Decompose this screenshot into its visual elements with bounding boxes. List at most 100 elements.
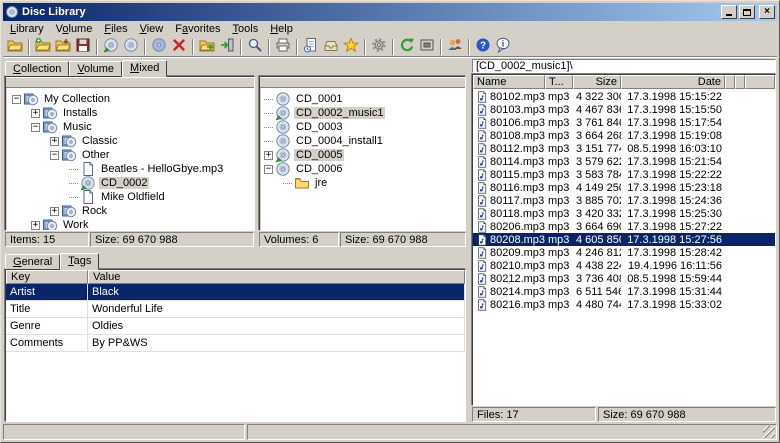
import-button[interactable] — [217, 37, 237, 57]
open-library-button[interactable] — [5, 37, 25, 57]
menu-volume[interactable]: Volume — [50, 22, 99, 36]
name-column-header[interactable]: Name — [473, 75, 545, 89]
delete-button[interactable] — [169, 37, 189, 57]
rescan-disc-button[interactable] — [149, 37, 169, 57]
tree-item-cd-0006[interactable]: −CD_0006 — [260, 162, 465, 176]
file-row-80103-mp3[interactable]: 80103.mp3mp34 467 83617.3.1998 15:15:50 — [473, 103, 775, 116]
report-button[interactable] — [301, 37, 321, 57]
add-disc-button[interactable] — [101, 37, 121, 57]
file-row-80114-mp3[interactable]: 80114.mp3mp33 579 62217.3.1998 15:21:54 — [473, 155, 775, 168]
help-button[interactable]: ? — [473, 37, 493, 57]
tree-item-work[interactable]: +Work — [6, 218, 254, 230]
filler-column-header — [745, 75, 775, 89]
favorites-button[interactable] — [341, 37, 361, 57]
file-row-80117-mp3[interactable]: 80117.mp3mp33 885 70217.3.1998 15:24:36 — [473, 194, 775, 207]
file-row-80210-mp3[interactable]: 80210.mp3mp34 438 22419.4.1996 16:11:56 — [473, 259, 775, 272]
extra-column-header-2[interactable] — [735, 75, 745, 89]
expand-icon[interactable]: + — [50, 207, 59, 216]
type-column-header[interactable]: T... — [545, 75, 573, 89]
tab-general[interactable]: General — [5, 254, 60, 269]
tree-item-beatles-hellogbye-mp3[interactable]: Beatles - HelloGbye.mp3 — [6, 162, 254, 176]
tree-item-cd-0004-install1[interactable]: CD_0004_install1 — [260, 134, 465, 148]
tab-collection[interactable]: Collection — [5, 61, 69, 76]
file-row-80209-mp3[interactable]: 80209.mp3mp34 246 81217.3.1998 15:28:42 — [473, 246, 775, 259]
file-date: 17.3.1998 15:21:54 — [621, 156, 725, 168]
new-volume-button[interactable] — [33, 37, 53, 57]
save-button[interactable] — [73, 37, 93, 57]
maximize-button[interactable] — [739, 5, 755, 19]
menu-library[interactable]: Library — [4, 22, 50, 36]
menu-files[interactable]: Files — [98, 22, 133, 36]
users-button[interactable] — [445, 37, 465, 57]
tree-item-installs[interactable]: +Installs — [6, 106, 254, 120]
cd-disc-icon — [275, 161, 291, 177]
file-row-80208-mp3[interactable]: 80208.mp3mp34 605 85017.3.1998 15:27:56 — [473, 233, 775, 246]
file-row-80118-mp3[interactable]: 80118.mp3mp33 420 33217.3.1998 15:25:30 — [473, 207, 775, 220]
file-name-cell: 80117.mp3 — [473, 195, 545, 207]
export-button[interactable] — [197, 37, 217, 57]
tray-button[interactable] — [321, 37, 341, 57]
collapse-icon[interactable]: − — [31, 123, 40, 132]
tree-item-other[interactable]: −Other — [6, 148, 254, 162]
size-column-header[interactable]: Size — [573, 75, 621, 89]
file-row-80116-mp3[interactable]: 80116.mp3mp34 149 25017.3.1998 15:23:18 — [473, 181, 775, 194]
expand-icon[interactable]: + — [264, 151, 273, 160]
tree-item-my-collection[interactable]: −My Collection — [6, 92, 254, 106]
file-row-80214-mp3[interactable]: 80214.mp3mp36 511 54617.3.1998 15:31:44 — [473, 285, 775, 298]
collapse-icon[interactable]: − — [12, 95, 21, 104]
about-button[interactable]: i — [493, 37, 513, 57]
tag-row-title[interactable]: TitleWonderful Life — [6, 301, 465, 318]
file-row-80102-mp3[interactable]: 80102.mp3mp34 322 30017.3.1998 15:15:22 — [473, 90, 775, 103]
tab-volume[interactable]: Volume — [69, 61, 122, 76]
file-size: 3 664 268 — [573, 130, 621, 142]
file-row-80115-mp3[interactable]: 80115.mp3mp33 583 78417.3.1998 15:22:22 — [473, 168, 775, 181]
file-row-80108-mp3[interactable]: 80108.mp3mp33 664 26817.3.1998 15:19:08 — [473, 129, 775, 142]
tree-item-cd-0002[interactable]: CD_0002 — [6, 176, 254, 190]
expand-icon[interactable]: + — [31, 221, 40, 230]
refresh-button[interactable] — [397, 37, 417, 57]
tree-item-jre[interactable]: jre — [260, 176, 465, 190]
tab-tags[interactable]: Tags — [60, 253, 99, 270]
snapshot-button[interactable] — [417, 37, 437, 57]
file-row-80206-mp3[interactable]: 80206.mp3mp33 664 69017.3.1998 15:27:22 — [473, 220, 775, 233]
tag-row-artist[interactable]: ArtistBlack — [6, 284, 465, 301]
collapse-icon[interactable]: − — [264, 165, 273, 174]
tree-item-music[interactable]: −Music — [6, 120, 254, 134]
menu-view[interactable]: View — [134, 22, 170, 36]
tree-item-rock[interactable]: +Rock — [6, 204, 254, 218]
settings-button[interactable] — [369, 37, 389, 57]
menu-favorites[interactable]: Favorites — [169, 22, 226, 36]
expand-icon[interactable]: + — [50, 137, 59, 146]
file-row-80212-mp3[interactable]: 80212.mp3mp33 736 40808.5.1998 15:59:44 — [473, 272, 775, 285]
expand-icon[interactable]: + — [31, 109, 40, 118]
resize-grip[interactable] — [763, 426, 775, 438]
search-button[interactable] — [245, 37, 265, 57]
file-row-80106-mp3[interactable]: 80106.mp3mp33 761 84617.3.1998 15:17:54 — [473, 116, 775, 129]
minimize-button[interactable] — [721, 5, 737, 19]
tree-item-cd-0001[interactable]: CD_0001 — [260, 92, 465, 106]
file-row-80216-mp3[interactable]: 80216.mp3mp34 480 74417.3.1998 15:33:02 — [473, 298, 775, 311]
tag-row-genre[interactable]: GenreOldies — [6, 318, 465, 335]
date-column-header[interactable]: Date — [621, 75, 725, 89]
tab-mixed[interactable]: Mixed — [122, 60, 167, 77]
toolbar-separator — [28, 39, 30, 55]
key-column-header[interactable]: Key — [6, 270, 88, 284]
collapse-icon[interactable]: − — [50, 151, 59, 160]
tree-item-cd-0002-music1[interactable]: CD_0002_music1 — [260, 106, 465, 120]
menu-tools[interactable]: Tools — [227, 22, 265, 36]
tag-row-comments[interactable]: CommentsBy PP&WS — [6, 335, 465, 352]
close-button[interactable]: × — [759, 5, 775, 19]
tree-item-mike-oldfield[interactable]: Mike Oldfield — [6, 190, 254, 204]
tree-item-cd-0003[interactable]: CD_0003 — [260, 120, 465, 134]
extra-column-header-1[interactable] — [725, 75, 735, 89]
file-date: 17.3.1998 15:31:44 — [621, 286, 725, 298]
print-button[interactable] — [273, 37, 293, 57]
tree-item-cd-0005[interactable]: +CD_0005 — [260, 148, 465, 162]
open-volume-button[interactable] — [53, 37, 73, 57]
tree-item-classic[interactable]: +Classic — [6, 134, 254, 148]
file-row-80112-mp3[interactable]: 80112.mp3mp33 151 77408.5.1998 16:03:10 — [473, 142, 775, 155]
menu-help[interactable]: Help — [264, 22, 299, 36]
disc-button[interactable] — [121, 37, 141, 57]
volumes-count: Volumes: 6 — [259, 232, 339, 247]
value-column-header[interactable]: Value — [88, 270, 465, 284]
